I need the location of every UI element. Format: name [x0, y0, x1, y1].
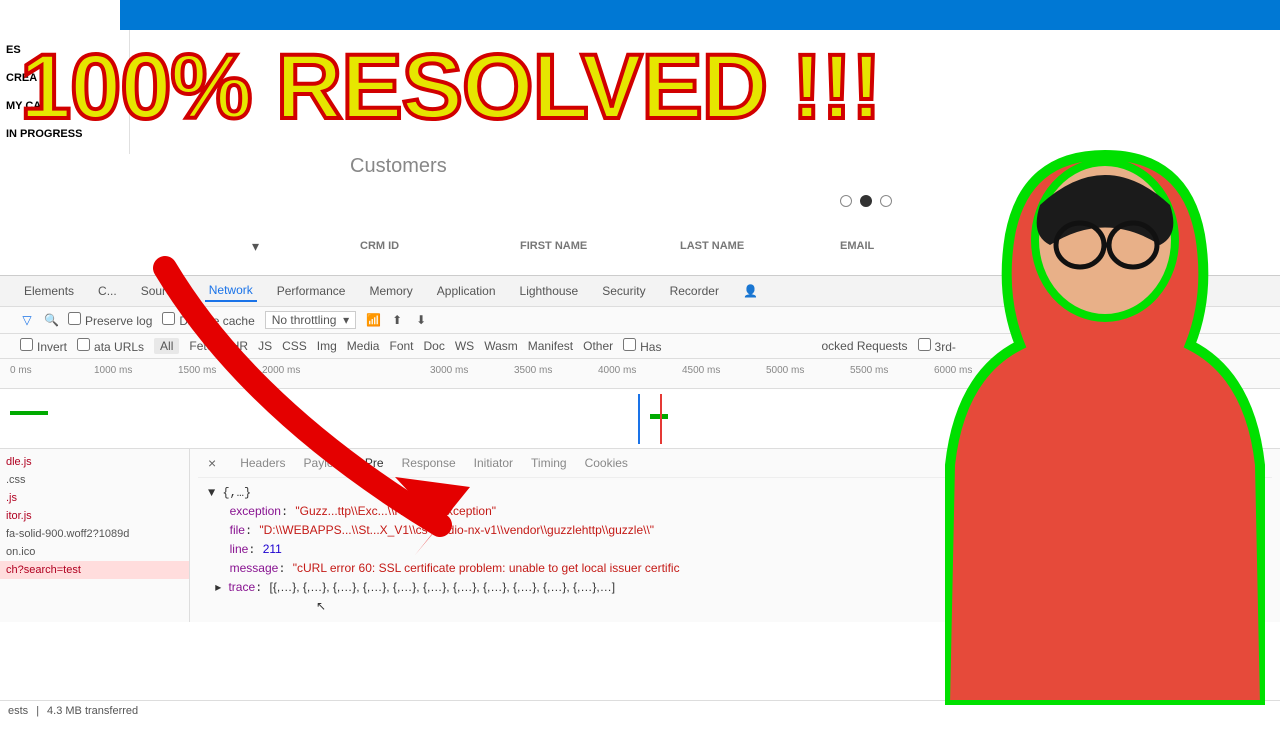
filter-icon[interactable]: ▽	[20, 313, 34, 327]
tab-network[interactable]: Network	[205, 280, 257, 302]
thumbnail-title-overlay: 100% RESOLVED !!!	[20, 35, 881, 140]
pager-dot[interactable]	[880, 195, 892, 207]
status-requests: ests	[8, 705, 28, 717]
list-item[interactable]: on.ico	[0, 543, 189, 561]
filter-type[interactable]: Font	[389, 339, 413, 353]
download-icon[interactable]: ⬇	[414, 313, 428, 327]
tab-payload[interactable]: Payload	[304, 456, 347, 470]
invert-checkbox[interactable]: Invert	[20, 338, 67, 354]
filter-all-button[interactable]: All	[154, 338, 179, 354]
tab-response[interactable]: Response	[402, 456, 456, 470]
list-item[interactable]: fa-solid-900.woff2?1089d	[0, 525, 189, 543]
filter-type[interactable]: Doc	[424, 339, 445, 353]
person-icon: 👤	[739, 281, 753, 301]
list-item[interactable]: .css	[0, 471, 189, 489]
filter-type[interactable]: Other	[583, 339, 613, 353]
list-item[interactable]: itor.js	[0, 507, 189, 525]
filter-type[interactable]: Wasm	[484, 339, 518, 353]
list-item[interactable]: ch?search=test	[0, 561, 189, 579]
column-header[interactable]: LAST NAME	[680, 240, 750, 252]
tab-application[interactable]: Application	[433, 281, 500, 301]
tab-memory[interactable]: Memory	[365, 281, 416, 301]
blocked-requests-checkbox[interactable]: ocked Requests	[821, 339, 907, 353]
pager-dot[interactable]	[860, 195, 872, 207]
close-icon[interactable]: ×	[202, 455, 222, 471]
tab-cookies[interactable]: Cookies	[585, 456, 628, 470]
tab-recorder[interactable]: Recorder	[666, 281, 723, 301]
column-header[interactable]: FIRST NAME	[520, 240, 590, 252]
column-header[interactable]: CRM ID	[360, 240, 430, 252]
tab-lighthouse[interactable]: Lighthouse	[516, 281, 583, 301]
throttling-select[interactable]: No throttling ▾	[265, 311, 356, 329]
cursor-icon: ↖	[316, 599, 326, 613]
filter-type[interactable]: Fetch/XHR	[189, 339, 248, 353]
page-title: Customers	[350, 155, 447, 178]
tab-security[interactable]: Security	[598, 281, 649, 301]
filter-type[interactable]: Manifest	[528, 339, 573, 353]
search-icon[interactable]: 🔍	[44, 313, 58, 327]
filter-type[interactable]: JS	[258, 339, 272, 353]
tab-headers[interactable]: Headers	[240, 456, 285, 470]
list-item[interactable]: dle.js	[0, 453, 189, 471]
has-blocked-cookies-checkbox[interactable]: Has	[623, 338, 661, 354]
tab-timing[interactable]: Timing	[531, 456, 567, 470]
tab-console[interactable]: C...	[94, 281, 121, 301]
list-item[interactable]: .js	[0, 489, 189, 507]
filter-type[interactable]: Media	[347, 339, 380, 353]
window-title-bar	[120, 0, 1280, 30]
request-list[interactable]: dle.js .css .js itor.js fa-solid-900.wof…	[0, 449, 190, 622]
status-transferred: 4.3 MB transferred	[47, 705, 138, 717]
filter-type[interactable]: WS	[455, 339, 474, 353]
tab-preview[interactable]: Pre	[365, 456, 384, 470]
pager-dot[interactable]	[840, 195, 852, 207]
filter-type[interactable]: Img	[317, 339, 337, 353]
tab-initiator[interactable]: Initiator	[474, 456, 513, 470]
filter-type[interactable]: CSS	[282, 339, 307, 353]
tab-sources[interactable]: Sources	[137, 281, 189, 301]
data-urls-checkbox[interactable]: ata URLs	[77, 338, 144, 354]
carousel-pager[interactable]	[840, 195, 892, 207]
upload-icon[interactable]: ⬆	[390, 313, 404, 327]
disable-cache-checkbox[interactable]: Disable cache	[162, 312, 254, 328]
tab-performance[interactable]: Performance	[273, 281, 350, 301]
person-photo-overlay	[945, 145, 1265, 705]
column-header[interactable]: EMAIL	[840, 240, 910, 252]
tab-elements[interactable]: Elements	[20, 281, 78, 301]
preserve-log-checkbox[interactable]: Preserve log	[68, 312, 152, 328]
chevron-down-icon[interactable]: ▾	[252, 238, 259, 255]
wifi-icon[interactable]: 📶	[366, 313, 380, 327]
